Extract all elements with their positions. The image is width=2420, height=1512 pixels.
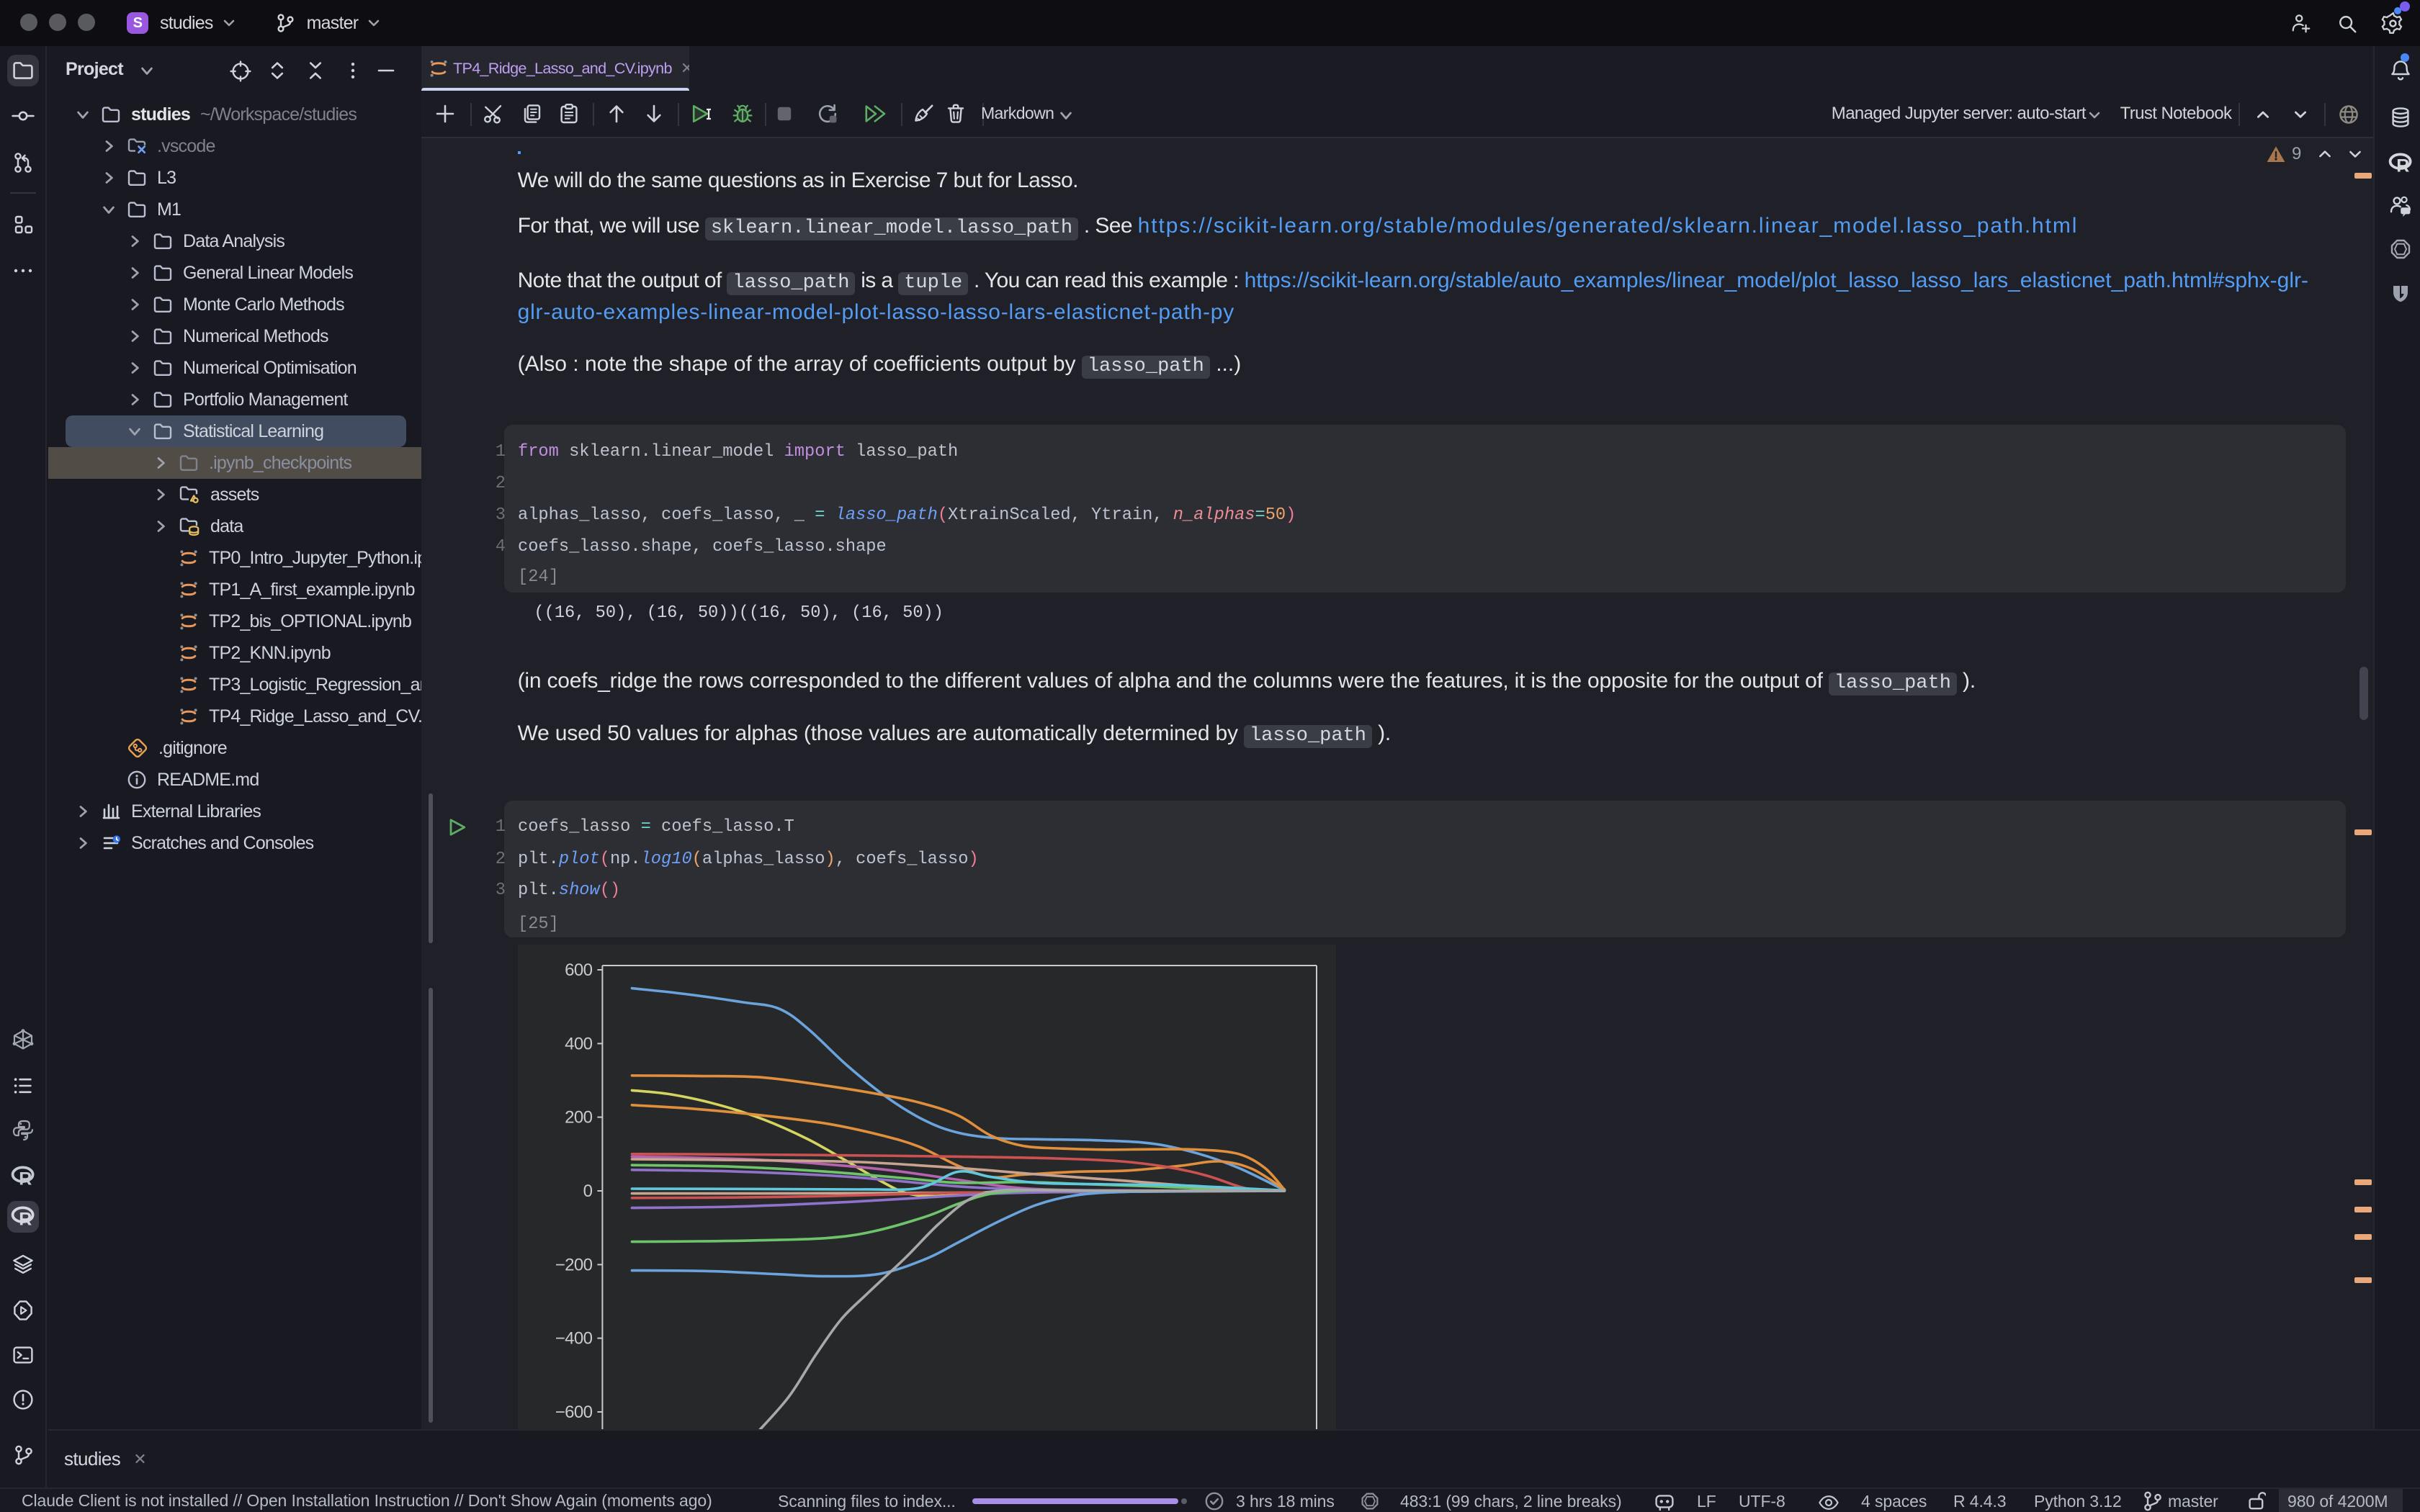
svg-text:−400: −400 [555,1329,592,1349]
svg-text:0: 0 [583,1182,592,1201]
svg-text:R: R [2396,156,2409,175]
svg-text:−600: −600 [555,1403,592,1422]
svg-text:R: R [19,1169,32,1188]
svg-text:−200: −200 [555,1255,592,1274]
svg-text:400: 400 [565,1034,592,1053]
svg-text:R: R [19,1210,32,1228]
svg-text:200: 200 [565,1108,592,1128]
svg-text:600: 600 [565,960,592,980]
